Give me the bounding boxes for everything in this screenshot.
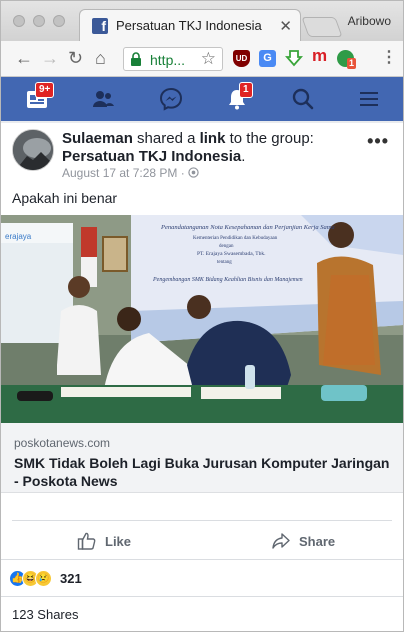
author-avatar[interactable] <box>12 129 54 171</box>
browser-toolbar: ← → ↻ ⌂ http... ☆ UD G m 1 ⋮ <box>1 41 403 77</box>
sad-reaction-icon: 😢 <box>35 569 52 587</box>
messenger-icon[interactable] <box>159 87 183 111</box>
title-bar: f Persatuan TKJ Indonesia ✕ Aribowo <box>1 1 403 41</box>
link-preview[interactable]: poskotanews.com SMK Tidak Boleh Lagi Buk… <box>1 423 403 493</box>
banner-line-5: tentang <box>217 260 232 265</box>
facebook-nav-bar: 9+ 1 <box>1 77 403 121</box>
group-privacy-icon <box>188 167 199 178</box>
shared-text: shared a <box>132 130 200 147</box>
link-title[interactable]: SMK Tidak Boleh Lagi Buka Jurusan Komput… <box>14 454 394 490</box>
screen-label: erajaya <box>5 232 32 241</box>
reaction-count: 321 <box>60 570 82 586</box>
lock-icon <box>131 52 141 66</box>
banner-line-1: Penandatanganan Nota Kesepahaman dan Per… <box>160 224 335 231</box>
new-tab-button[interactable] <box>301 17 343 37</box>
divider <box>1 596 403 597</box>
post-header-text: Sulaeman shared a link to the group: Pers… <box>62 130 362 166</box>
author-name-link[interactable]: Sulaeman <box>62 130 133 147</box>
news-feed-badge: 9+ <box>35 82 55 98</box>
banner-line-2: Kementerian Pendidikan dan Kebudayaan <box>193 236 278 241</box>
back-arrow-icon[interactable]: ← <box>15 48 33 68</box>
like-button[interactable]: Like <box>77 527 131 555</box>
link-word[interactable]: link <box>200 130 226 147</box>
notifications-badge: 1 <box>239 82 253 98</box>
share-arrow-icon <box>272 533 290 549</box>
friends-icon[interactable] <box>91 87 115 111</box>
group-name-link[interactable]: Persatuan TKJ Indonesia <box>62 148 241 165</box>
browser-window: f Persatuan TKJ Indonesia ✕ Aribowo ← → … <box>0 0 404 632</box>
post-options-button[interactable]: ••• <box>367 131 389 152</box>
close-window-button[interactable] <box>13 15 25 27</box>
share-label: Share <box>299 533 336 549</box>
browser-tab[interactable]: f Persatuan TKJ Indonesia ✕ <box>79 9 301 41</box>
reactions-summary[interactable]: 👍 😆 😢 321 <box>9 568 82 588</box>
divider <box>1 559 403 560</box>
profile-name[interactable]: Aribowo <box>348 14 391 28</box>
extension-badge: 1 <box>347 58 357 69</box>
divider <box>12 520 392 521</box>
banner-line-6: Pengembangan SMK Bidang Keahlian Bisnis … <box>152 277 303 283</box>
download-extension-icon[interactable] <box>285 49 303 67</box>
tab-title: Persatuan TKJ Indonesia <box>116 18 262 33</box>
to-group-text: to the group: <box>225 130 314 147</box>
like-label: Like <box>105 533 132 549</box>
reload-icon[interactable]: ↻ <box>68 48 83 68</box>
group-suffix: . <box>241 148 246 165</box>
post-body-text: Apakah ini benar <box>12 190 118 206</box>
shares-count[interactable]: 123 Shares <box>12 607 79 622</box>
menu-hamburger-icon[interactable] <box>357 87 381 111</box>
forward-arrow-icon[interactable]: → <box>41 48 59 68</box>
link-preview-image[interactable]: erajaya Penandatanganan Nota Kesepahaman… <box>1 215 403 423</box>
banner-line-4: PT. Erajaya Swasembada, Tbk. <box>197 251 266 257</box>
facebook-favicon-icon: f <box>92 18 108 34</box>
home-icon[interactable]: ⌂ <box>95 48 106 68</box>
post-meta: August 17 at 7:28 PM · <box>62 166 199 180</box>
mega-extension-icon[interactable]: m <box>311 47 328 64</box>
like-thumb-icon <box>77 532 96 550</box>
translate-extension-icon[interactable]: G <box>259 50 276 67</box>
signing-ceremony-image: erajaya Penandatanganan Nota Kesepahaman… <box>1 215 403 423</box>
zoom-window-button[interactable] <box>53 15 65 27</box>
bookmark-star-icon[interactable]: ☆ <box>201 49 216 69</box>
tab-close-icon[interactable]: ✕ <box>279 17 292 35</box>
ublock-extension-icon[interactable]: UD <box>233 50 250 67</box>
feed-post: Sulaeman shared a link to the group: Pers… <box>1 123 403 631</box>
share-button[interactable]: Share <box>271 527 335 555</box>
browser-menu-icon[interactable]: ⋮ <box>381 48 397 68</box>
address-bar[interactable]: http... ☆ <box>123 47 223 71</box>
grammar-extension-icon[interactable]: 1 <box>337 50 357 69</box>
post-timestamp[interactable]: August 17 at 7:28 PM <box>62 166 177 180</box>
minimize-window-button[interactable] <box>33 15 45 27</box>
url-text: http... <box>150 52 186 68</box>
banner-line-3: dengan <box>219 244 234 249</box>
avatar-silhouette-icon <box>13 130 53 170</box>
link-domain: poskotanews.com <box>14 436 111 450</box>
meta-separator: · <box>180 166 185 180</box>
search-icon[interactable] <box>291 87 315 111</box>
